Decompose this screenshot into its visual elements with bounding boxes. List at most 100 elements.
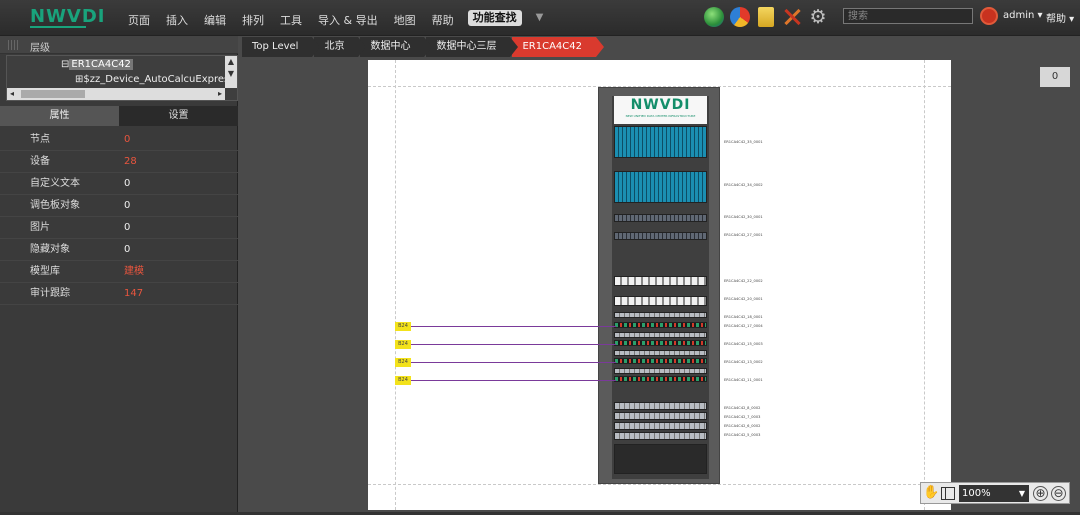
cable-link[interactable] — [411, 344, 616, 345]
rack-device-switch[interactable] — [614, 214, 707, 222]
rack-device-panel[interactable] — [614, 358, 707, 364]
device-label[interactable]: ER1CA4C42_7_0003 — [724, 415, 760, 419]
rack-device-panel[interactable] — [614, 322, 707, 328]
scroll-up-icon[interactable]: ▲ — [225, 56, 237, 68]
rack-device-panel[interactable] — [614, 376, 707, 382]
breadcrumb-current-rack[interactable]: ER1CA4C42 — [512, 37, 604, 57]
rack-device-panel[interactable] — [614, 368, 707, 374]
breadcrumb-top-level[interactable]: Top Level — [242, 37, 321, 57]
zoom-in-icon[interactable]: ⊕ — [1033, 486, 1048, 501]
property-key: 模型库 — [30, 266, 60, 277]
device-label[interactable]: ER1CA4C42_20_0001 — [724, 297, 763, 301]
device-label[interactable]: ER1CA4C42_15_0003 — [724, 342, 763, 346]
count-badge[interactable]: 0 — [1040, 67, 1070, 87]
tree-node-rack[interactable]: ⊟ ER1CA4C42 — [61, 57, 133, 72]
rack-device-panel[interactable] — [614, 332, 707, 338]
property-value[interactable]: 0 — [124, 129, 130, 151]
port-tag[interactable]: B24 — [395, 340, 411, 349]
device-label[interactable]: ER1CA4C42_17_0004 — [724, 324, 763, 328]
rack-device-panel[interactable] — [614, 312, 707, 318]
globe-icon[interactable] — [704, 7, 724, 27]
device-label[interactable]: ER1CA4C42_5_0003 — [724, 433, 760, 437]
tab-settings[interactable]: 设置 — [119, 106, 238, 126]
menu-item-arrange[interactable]: 排列 — [234, 0, 272, 36]
tree-node-device-group[interactable]: ⊞$zz_Device_AutoCalcuExpress — [75, 72, 234, 87]
rack-device-server[interactable] — [614, 296, 707, 306]
rack-device-server[interactable] — [614, 432, 707, 440]
menu-item-import-export[interactable]: 导入 & 导出 — [310, 0, 386, 36]
menu-item-insert[interactable]: 插入 — [158, 0, 196, 36]
zoom-out-icon[interactable]: ⊖ — [1051, 486, 1066, 501]
scroll-thumb[interactable] — [21, 90, 85, 98]
device-label[interactable]: ER1CA4C42_34_0002 — [724, 183, 763, 187]
rack-device-server[interactable] — [614, 276, 707, 286]
property-value[interactable]: 建模 — [124, 261, 144, 283]
scroll-right-icon[interactable]: ▸ — [218, 88, 222, 100]
fit-page-icon[interactable] — [941, 487, 955, 500]
rack-device-server[interactable] — [614, 412, 707, 420]
property-value[interactable]: 147 — [124, 283, 143, 305]
scroll-left-icon[interactable]: ◂ — [10, 88, 14, 100]
menu-item-map[interactable]: 地图 — [386, 0, 424, 36]
menu-item-help[interactable]: 帮助 — [424, 0, 462, 36]
device-label[interactable]: ER1CA4C42_18_0001 — [724, 315, 763, 319]
breadcrumb-beijing[interactable]: 北京 — [314, 37, 367, 57]
rack-device-panel[interactable] — [614, 350, 707, 356]
port-tag[interactable]: B24 — [395, 358, 411, 367]
rack-device-server[interactable] — [614, 402, 707, 410]
note-icon[interactable] — [758, 7, 774, 27]
user-avatar[interactable] — [980, 7, 998, 25]
menu-item-page[interactable]: 页面 — [120, 0, 158, 36]
cable-link[interactable] — [411, 362, 616, 363]
property-key: 节点 — [30, 134, 50, 145]
property-row-audit-trail: 审计跟踪 147 — [0, 283, 238, 305]
property-row-custom-text: 自定义文本 0 — [0, 173, 238, 195]
menu-item-feature-search[interactable]: 功能查找 — [467, 10, 522, 26]
rack-device-switch[interactable] — [614, 232, 707, 240]
tree-horizontal-scrollbar[interactable]: ◂ ▸ — [7, 88, 225, 100]
search-input[interactable] — [843, 8, 973, 24]
drawing-canvas[interactable]: NWVDI NEW UNIFIED DATA CENTER INFRASTRUC… — [368, 60, 951, 510]
rack-device-server[interactable] — [614, 422, 707, 430]
port-tag[interactable]: B24 — [395, 376, 411, 385]
device-label[interactable]: ER1CA4C42_27_0001 — [724, 233, 763, 237]
rack-device-blank[interactable] — [614, 444, 707, 474]
device-label[interactable]: ER1CA4C42_30_0001 — [724, 215, 763, 219]
user-menu[interactable]: admin ▾ — [1003, 10, 1043, 21]
device-label[interactable]: ER1CA4C42_6_0002 — [724, 424, 760, 428]
tab-attributes[interactable]: 属性 — [0, 106, 119, 126]
breadcrumb: Top Level 北京 数据中心 数据中心三层 ER1CA4C42 — [242, 37, 604, 57]
menu-item-edit[interactable]: 编辑 — [196, 0, 234, 36]
tools-icon[interactable] — [782, 7, 802, 27]
device-label[interactable]: ER1CA4C42_11_0001 — [724, 378, 763, 382]
breadcrumb-datacenter[interactable]: 数据中心 — [360, 37, 433, 57]
chart-icon[interactable] — [730, 7, 750, 27]
logo-underline — [30, 26, 86, 28]
app-logo[interactable]: NWVDI — [30, 6, 106, 27]
cable-link[interactable] — [411, 326, 616, 327]
gear-icon[interactable]: ⚙ — [808, 7, 828, 27]
menu-more-icon[interactable]: ▼ — [528, 0, 552, 39]
drag-handle-icon[interactable] — [8, 40, 18, 50]
tree-vertical-scrollbar[interactable]: ▲ ▼ — [225, 56, 237, 88]
device-label[interactable]: ER1CA4C42_13_0002 — [724, 360, 763, 364]
cable-link[interactable] — [411, 380, 616, 381]
help-menu[interactable]: 帮助 ▾ — [1046, 10, 1074, 25]
layer-panel-header: 层级 — [0, 36, 238, 54]
rack-device-patch-panel[interactable] — [614, 126, 707, 158]
device-label[interactable]: ER1CA4C42_35_0001 — [724, 140, 763, 144]
rack-device-panel[interactable] — [614, 340, 707, 346]
scroll-down-icon[interactable]: ▼ — [225, 68, 237, 80]
property-value[interactable]: 28 — [124, 151, 137, 173]
breadcrumb-datacenter-floor3[interactable]: 数据中心三层 — [426, 37, 519, 57]
rack-device-patch-panel[interactable] — [614, 171, 707, 203]
app-window: NWVDI 页面 插入 编辑 排列 工具 导入 & 导出 地图 帮助 功能查找 … — [0, 0, 1080, 515]
device-label[interactable]: ER1CA4C42_22_0002 — [724, 279, 763, 283]
zoom-level-select[interactable]: 100% ▼ — [959, 485, 1029, 502]
menu-item-tools[interactable]: 工具 — [272, 0, 310, 36]
rack-cabinet[interactable]: NWVDI NEW UNIFIED DATA CENTER INFRASTRUC… — [598, 87, 720, 484]
port-tag[interactable]: B24 — [395, 322, 411, 331]
device-label[interactable]: ER1CA4C42_8_0002 — [724, 406, 760, 410]
pan-hand-icon[interactable]: ✋ — [923, 485, 939, 501]
left-panel: 层级 ⊟ ER1CA4C42 ⊞$zz_Device_AutoCalcuExpre… — [0, 36, 238, 515]
